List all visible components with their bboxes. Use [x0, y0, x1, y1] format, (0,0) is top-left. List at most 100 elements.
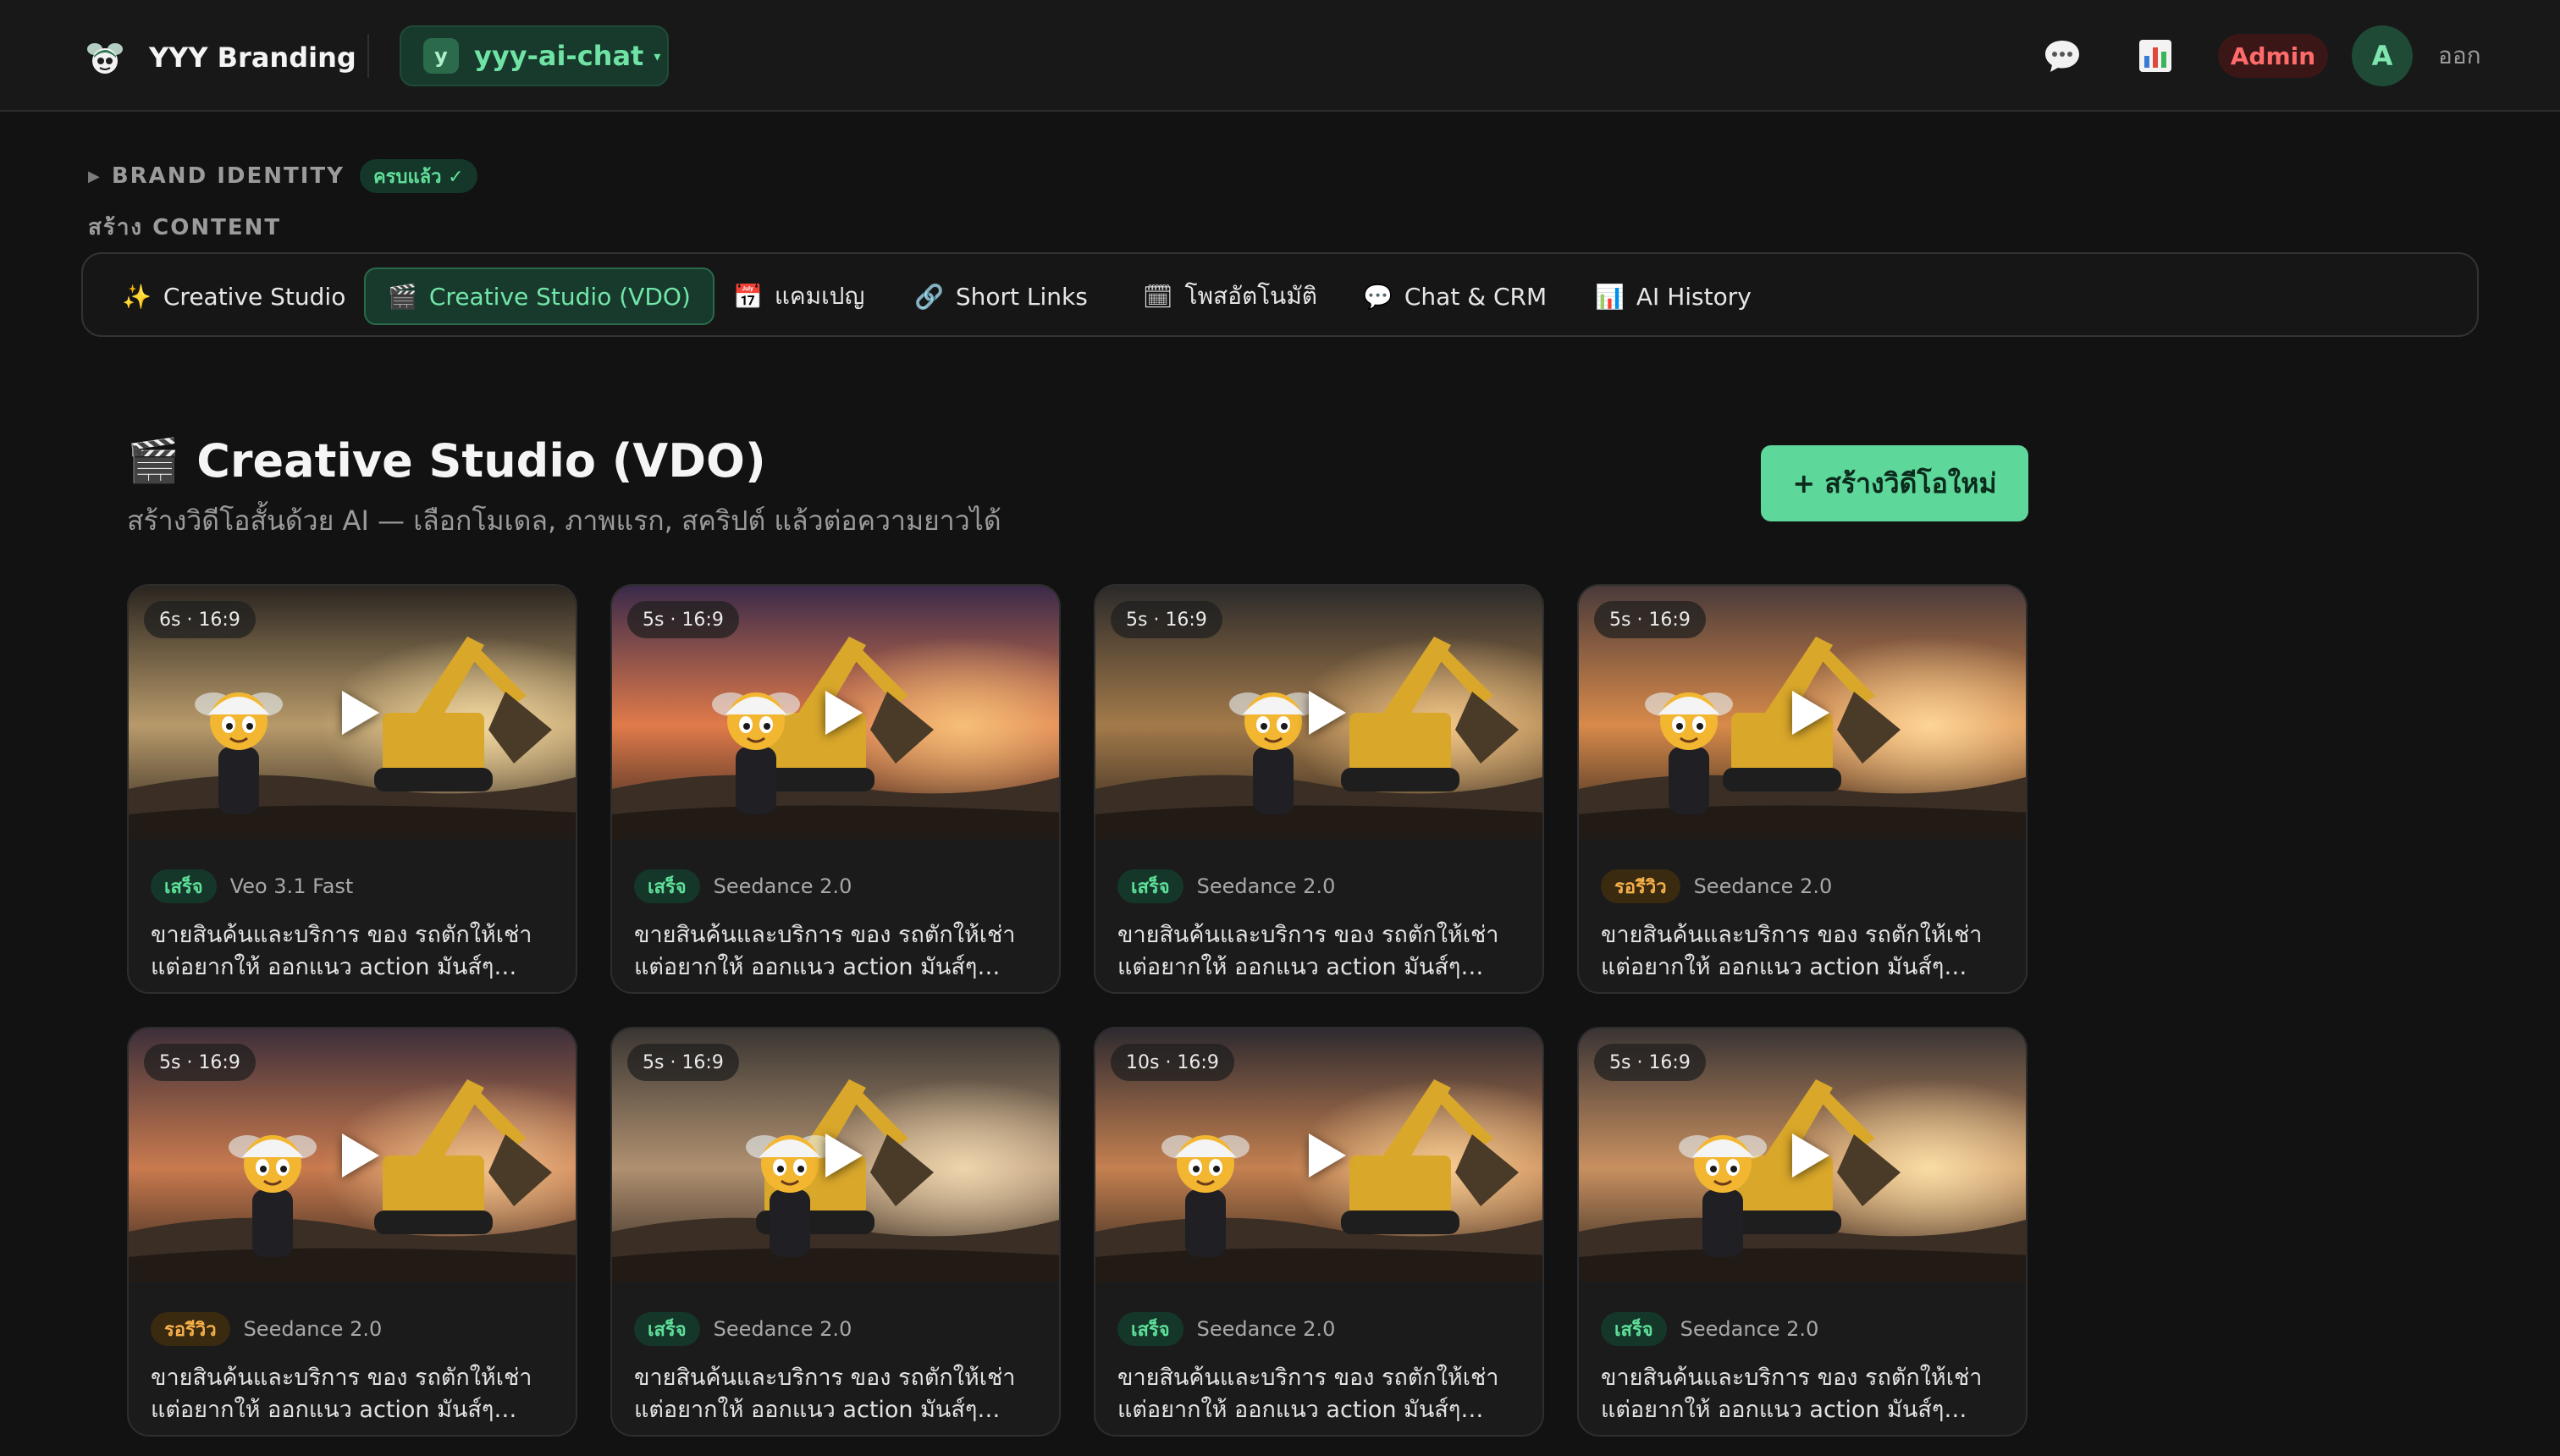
brand-identity-label: BRAND IDENTITY — [111, 163, 345, 189]
video-description: ขายสินค้นและบริการ ของ รถตักให้เช่าแต่อย… — [151, 1365, 532, 1423]
play-icon[interactable] — [825, 1133, 863, 1177]
status-badge: เสร็จ — [634, 1312, 700, 1346]
video-meta: เสร็จ Seedance 2.0 — [634, 1311, 852, 1347]
play-icon[interactable] — [1309, 1133, 1346, 1177]
content-tabs: ✨ Creative Studio 🎬 Creative Studio (VDO… — [81, 252, 2479, 337]
tab-ai-history[interactable]: 📊 AI History — [1573, 267, 1774, 325]
admin-badge[interactable]: Admin — [2218, 34, 2328, 78]
video-description: ขายสินค้นและบริการ ของ รถตักให้เช่าแต่อย… — [634, 1365, 1016, 1423]
video-card[interactable]: 5s · 16:9 เสร็จ Seedance 2.0 ขายสินค้นแล… — [1094, 584, 1544, 994]
status-badge: เสร็จ — [1117, 1312, 1183, 1346]
model-name: Seedance 2.0 — [243, 1317, 383, 1341]
tab-short-links[interactable]: 🔗 Short Links — [892, 267, 1110, 325]
video-meta: รอรีวิว Seedance 2.0 — [151, 1311, 382, 1347]
workspace-switcher[interactable]: y yyy-ai-chat ▾ — [400, 25, 669, 86]
play-icon[interactable] — [342, 1133, 379, 1177]
video-description: ขายสินค้นและบริการ ของ รถตักให้เช่าแต่อย… — [1117, 1365, 1499, 1423]
video-thumbnail[interactable]: 5s · 16:9 — [129, 1029, 576, 1282]
workspace-avatar: y — [423, 38, 459, 74]
play-icon[interactable] — [1309, 691, 1346, 735]
status-badge: ครบแล้ว ✓ — [359, 159, 477, 193]
video-card[interactable]: 5s · 16:9 รอรีวิว Seedance 2.0 ขายสินค้น… — [1577, 584, 2028, 994]
play-icon[interactable] — [342, 691, 379, 735]
model-name: Veo 3.1 Fast — [229, 874, 354, 898]
tab-label: โพสอัตโนมัติ — [1184, 282, 1317, 310]
play-icon[interactable] — [1792, 1133, 1829, 1177]
video-thumbnail[interactable]: 5s · 16:9 — [1579, 1029, 2026, 1282]
model-name: Seedance 2.0 — [1680, 1317, 1819, 1341]
create-video-button[interactable]: + สร้างวิดีโอใหม่ — [1761, 445, 2028, 521]
video-thumbnail[interactable]: 5s · 16:9 — [1095, 586, 1542, 840]
page-subtitle: สร้างวิดีโอสั้นด้วย AI — เลือกโมเดล, ภาพ… — [127, 505, 1001, 537]
duration-badge: 6s · 16:9 — [144, 601, 256, 638]
duration-badge: 5s · 16:9 — [627, 601, 739, 638]
video-card[interactable]: 5s · 16:9 เสร็จ Seedance 2.0 ขายสินค้นแล… — [610, 1027, 1061, 1437]
page-title-text: Creative Studio (VDO) — [196, 433, 766, 488]
video-thumbnail[interactable]: 5s · 16:9 — [1579, 586, 2026, 840]
tab-label: Creative Studio (VDO) — [428, 282, 691, 311]
avatar[interactable]: A — [2352, 25, 2413, 86]
workspace-name: yyy-ai-chat — [474, 40, 644, 72]
video-meta: เสร็จ Seedance 2.0 — [1117, 869, 1335, 904]
video-description: ขายสินค้นและบริการ ของ รถตักให้เช่าแต่อย… — [1601, 922, 1983, 980]
tab-label: Chat & CRM — [1404, 282, 1548, 311]
video-thumbnail[interactable]: 5s · 16:9 — [612, 586, 1059, 840]
model-name: Seedance 2.0 — [713, 1317, 852, 1341]
video-card[interactable]: 6s · 16:9 เสร็จ Veo 3.1 Fast ขายสินค้นแล… — [127, 584, 577, 994]
model-name: Seedance 2.0 — [1196, 1317, 1336, 1341]
video-meta: เสร็จ Veo 3.1 Fast — [151, 869, 353, 904]
tab-label: แคมเปญ — [774, 282, 865, 310]
video-description: ขายสินค้นและบริการ ของ รถตักให้เช่าแต่อย… — [1601, 1365, 1983, 1423]
clapperboard-icon: 🎬 — [127, 435, 180, 485]
video-thumbnail[interactable]: 6s · 16:9 — [129, 586, 576, 840]
video-description: ขายสินค้นและบริการ ของ รถตักให้เช่าแต่อย… — [634, 922, 1016, 980]
video-meta: รอรีวิว Seedance 2.0 — [1601, 869, 1832, 904]
video-card[interactable]: 5s · 16:9 เสร็จ Seedance 2.0 ขายสินค้นแล… — [1577, 1027, 2028, 1437]
play-icon[interactable] — [1792, 691, 1829, 735]
clapperboard-icon: 🎬 — [388, 282, 417, 311]
duration-badge: 5s · 16:9 — [144, 1044, 256, 1081]
chat-icon[interactable] — [2039, 32, 2086, 80]
create-content-label: สร้าง CONTENT — [88, 215, 282, 240]
page-title: 🎬 Creative Studio (VDO) — [127, 430, 766, 491]
video-meta: เสร็จ Seedance 2.0 — [1601, 1311, 1818, 1347]
bar-chart-icon: 📊 — [1595, 282, 1625, 311]
spiral-calendar-icon: 🗓 — [1143, 282, 1173, 311]
video-card[interactable]: 5s · 16:9 เสร็จ Seedance 2.0 ขายสินค้นแล… — [610, 584, 1061, 994]
link-icon: 🔗 — [914, 282, 944, 311]
duration-badge: 5s · 16:9 — [1594, 601, 1706, 638]
video-card[interactable]: 10s · 16:9 เสร็จ Seedance 2.0 ขายสินค้นแ… — [1094, 1027, 1544, 1437]
logout-link[interactable]: ออก — [2438, 37, 2481, 74]
duration-badge: 5s · 16:9 — [1594, 1044, 1706, 1081]
play-icon[interactable] — [825, 691, 863, 735]
tab-chat-crm[interactable]: 💬 Chat & CRM — [1341, 267, 1569, 325]
video-thumbnail[interactable]: 5s · 16:9 — [612, 1029, 1059, 1282]
video-thumbnail[interactable]: 10s · 16:9 — [1095, 1029, 1542, 1282]
tab-label: Short Links — [955, 282, 1088, 311]
chevron-down-icon: ▾ — [654, 47, 661, 64]
sparkles-icon: ✨ — [122, 282, 152, 311]
brand-identity-toggle[interactable]: ▶ BRAND IDENTITY ครบแล้ว ✓ — [88, 159, 477, 193]
top-bar: YYY Branding y yyy-ai-chat ▾ Admin A ออก — [0, 0, 2560, 112]
tab-auto-post[interactable]: 🗓 โพสอัตโนมัติ — [1121, 267, 1339, 325]
duration-badge: 10s · 16:9 — [1111, 1044, 1234, 1081]
tab-creative-studio-vdo[interactable]: 🎬 Creative Studio (VDO) — [364, 267, 714, 325]
status-badge: เสร็จ — [151, 869, 217, 903]
chart-icon[interactable] — [2132, 32, 2179, 80]
brand-name[interactable]: YYY Branding — [149, 37, 356, 78]
model-name: Seedance 2.0 — [713, 874, 852, 898]
tab-creative-studio[interactable]: ✨ Creative Studio — [100, 267, 367, 325]
calendar-icon: 📅 — [733, 282, 763, 311]
bee-logo-icon[interactable] — [85, 37, 125, 78]
video-card[interactable]: 5s · 16:9 รอรีวิว Seedance 2.0 ขายสินค้น… — [127, 1027, 577, 1437]
status-badge: เสร็จ — [634, 869, 700, 903]
video-meta: เสร็จ Seedance 2.0 — [1117, 1311, 1335, 1347]
status-badge: เสร็จ — [1601, 1312, 1667, 1346]
tab-label: Creative Studio — [163, 282, 346, 311]
video-description: ขายสินค้นและบริการ ของ รถตักให้เช่าแต่อย… — [1117, 922, 1499, 980]
video-description: ขายสินค้นและบริการ ของ รถตักให้เช่าแต่อย… — [151, 922, 532, 980]
status-badge: รอรีวิว — [151, 1312, 230, 1346]
tab-campaigns[interactable]: 📅 แคมเปญ — [711, 267, 886, 325]
duration-badge: 5s · 16:9 — [1111, 601, 1222, 638]
duration-badge: 5s · 16:9 — [627, 1044, 739, 1081]
